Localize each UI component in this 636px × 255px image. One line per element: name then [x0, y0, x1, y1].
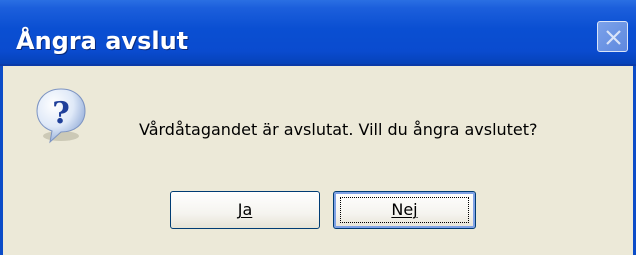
- dialog-body: ? Vårdåtagandet är avslutat. Vill du ång…: [0, 66, 636, 255]
- dialog-title: Ångra avslut: [16, 27, 189, 55]
- yes-button-label: Ja: [237, 200, 253, 219]
- dialog-message: Vårdåtagandet är avslutat. Vill du ångra…: [139, 120, 538, 139]
- yes-button[interactable]: Ja: [170, 191, 320, 229]
- dialog-window: Ångra avslut ? Vårdåtagandet är avslutat…: [0, 0, 636, 255]
- no-button[interactable]: Nej: [333, 191, 476, 229]
- close-icon: [606, 30, 621, 45]
- title-bar[interactable]: Ångra avslut: [0, 0, 636, 66]
- question-icon: ?: [36, 88, 86, 144]
- close-button[interactable]: [597, 21, 628, 52]
- svg-text:?: ?: [52, 96, 70, 131]
- no-button-label: Nej: [391, 200, 418, 219]
